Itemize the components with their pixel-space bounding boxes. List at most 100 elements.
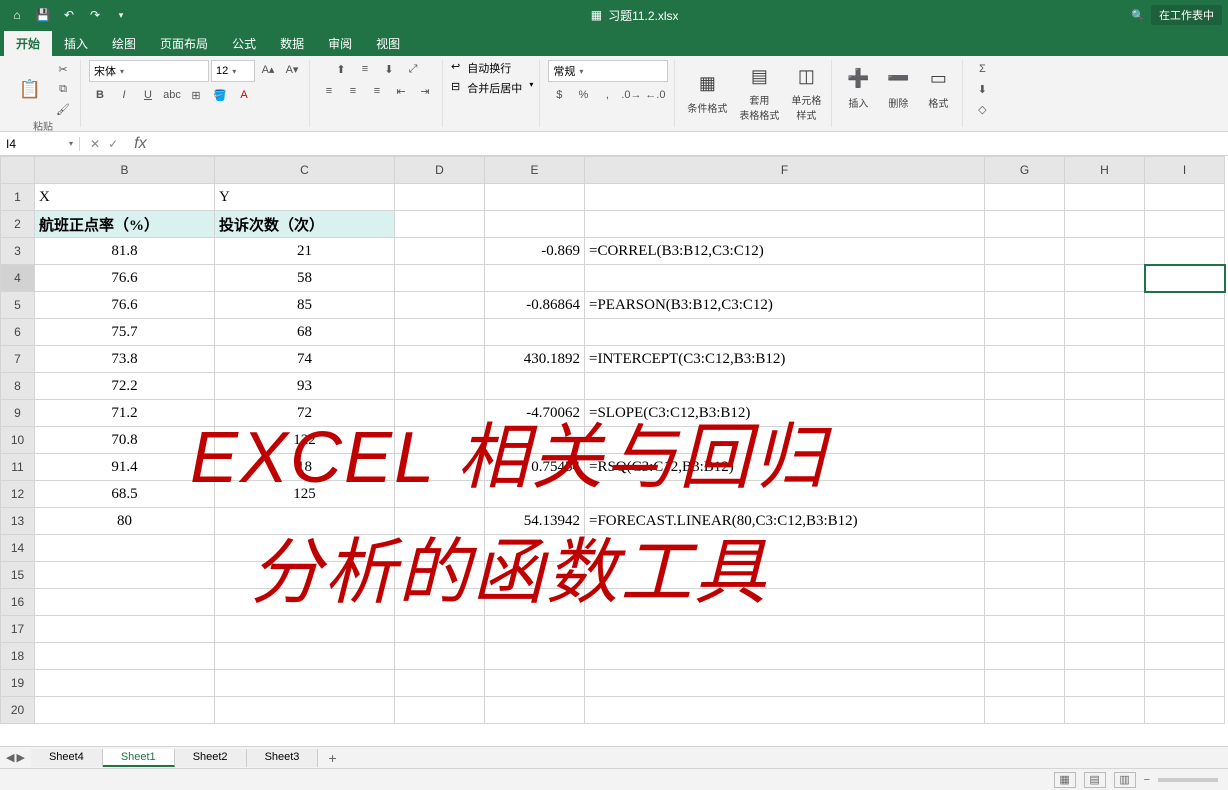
cell-G17[interactable] — [985, 616, 1065, 643]
cell-G7[interactable] — [985, 346, 1065, 373]
cell-F1[interactable] — [585, 184, 985, 211]
row-header-17[interactable]: 17 — [1, 616, 35, 643]
col-header-C[interactable]: C — [215, 157, 395, 184]
row-header-11[interactable]: 11 — [1, 454, 35, 481]
cell-I1[interactable] — [1145, 184, 1225, 211]
cell-D17[interactable] — [395, 616, 485, 643]
cell-I6[interactable] — [1145, 319, 1225, 346]
cell-F16[interactable] — [585, 589, 985, 616]
cell-D5[interactable] — [395, 292, 485, 319]
currency-icon[interactable]: $ — [548, 86, 570, 104]
cell-G14[interactable] — [985, 535, 1065, 562]
cell-F2[interactable] — [585, 211, 985, 238]
cell-I18[interactable] — [1145, 643, 1225, 670]
cell-D2[interactable] — [395, 211, 485, 238]
align-top-icon[interactable]: ⬆ — [330, 60, 352, 78]
cell-F6[interactable] — [585, 319, 985, 346]
cell-C6[interactable]: 68 — [215, 319, 395, 346]
cell-I8[interactable] — [1145, 373, 1225, 400]
cell-I12[interactable] — [1145, 481, 1225, 508]
cell-C12[interactable]: 125 — [215, 481, 395, 508]
col-header-H[interactable]: H — [1065, 157, 1145, 184]
select-all-corner[interactable] — [1, 157, 35, 184]
cell-I4[interactable] — [1145, 265, 1225, 292]
cell-H1[interactable] — [1065, 184, 1145, 211]
sheet-tab-Sheet2[interactable]: Sheet2 — [175, 749, 247, 767]
ribbon-tab-7[interactable]: 视图 — [364, 31, 412, 56]
row-header-18[interactable]: 18 — [1, 643, 35, 670]
align-center-icon[interactable]: ≡ — [342, 82, 364, 100]
autosum-icon[interactable]: Σ — [971, 60, 993, 78]
cell-C13[interactable] — [215, 508, 395, 535]
orientation-icon[interactable]: ⤢ — [402, 60, 424, 78]
italic-button[interactable]: I — [113, 86, 135, 104]
col-header-D[interactable]: D — [395, 157, 485, 184]
cell-G20[interactable] — [985, 697, 1065, 724]
cell-C15[interactable] — [215, 562, 395, 589]
cell-E14[interactable] — [485, 535, 585, 562]
sheet-nav-last-icon[interactable]: ▶ — [16, 751, 24, 764]
align-right-icon[interactable]: ≡ — [366, 82, 388, 100]
sheet-tab-Sheet1[interactable]: Sheet1 — [103, 749, 175, 767]
number-format-combo[interactable]: 常规▾ — [548, 60, 668, 82]
cell-E15[interactable] — [485, 562, 585, 589]
col-header-G[interactable]: G — [985, 157, 1065, 184]
cell-G19[interactable] — [985, 670, 1065, 697]
home-icon[interactable]: ⌂ — [6, 4, 28, 26]
cell-G5[interactable] — [985, 292, 1065, 319]
cell-G4[interactable] — [985, 265, 1065, 292]
ribbon-tab-3[interactable]: 页面布局 — [148, 31, 220, 56]
cell-I11[interactable] — [1145, 454, 1225, 481]
cell-B13[interactable]: 80 — [35, 508, 215, 535]
cell-B10[interactable]: 70.8 — [35, 427, 215, 454]
cell-C4[interactable]: 58 — [215, 265, 395, 292]
cell-F20[interactable] — [585, 697, 985, 724]
cell-G15[interactable] — [985, 562, 1065, 589]
cell-I14[interactable] — [1145, 535, 1225, 562]
cell-B16[interactable] — [35, 589, 215, 616]
cell-E17[interactable] — [485, 616, 585, 643]
row-header-13[interactable]: 13 — [1, 508, 35, 535]
cell-E7[interactable]: 430.1892 — [485, 346, 585, 373]
cell-G8[interactable] — [985, 373, 1065, 400]
cell-F13[interactable]: =FORECAST.LINEAR(80,C3:C12,B3:B12) — [585, 508, 985, 535]
cell-C7[interactable]: 74 — [215, 346, 395, 373]
save-icon[interactable]: 💾 — [32, 4, 54, 26]
align-left-icon[interactable]: ≡ — [318, 82, 340, 100]
row-header-15[interactable]: 15 — [1, 562, 35, 589]
cell-D11[interactable] — [395, 454, 485, 481]
cell-F15[interactable] — [585, 562, 985, 589]
merge-center-button[interactable]: ⊟ 合并后居中 ▾ — [451, 80, 533, 96]
cell-G13[interactable] — [985, 508, 1065, 535]
conditional-format-button[interactable]: ▦条件格式 — [683, 68, 731, 117]
paste-button[interactable]: 📋 — [12, 73, 48, 105]
cell-E4[interactable] — [485, 265, 585, 292]
cell-I16[interactable] — [1145, 589, 1225, 616]
indent-left-icon[interactable]: ⇤ — [390, 82, 412, 100]
cell-D1[interactable] — [395, 184, 485, 211]
cell-C9[interactable]: 72 — [215, 400, 395, 427]
cell-B19[interactable] — [35, 670, 215, 697]
sheet-nav-first-icon[interactable]: ◀ — [6, 751, 14, 764]
cut-icon[interactable]: ✂ — [52, 60, 74, 78]
cell-E11[interactable]: 0.75454 — [485, 454, 585, 481]
cell-C8[interactable]: 93 — [215, 373, 395, 400]
cell-D8[interactable] — [395, 373, 485, 400]
cell-H5[interactable] — [1065, 292, 1145, 319]
cell-F19[interactable] — [585, 670, 985, 697]
row-header-10[interactable]: 10 — [1, 427, 35, 454]
strike-button[interactable]: abc — [161, 86, 183, 104]
cell-H13[interactable] — [1065, 508, 1145, 535]
cell-C20[interactable] — [215, 697, 395, 724]
row-header-20[interactable]: 20 — [1, 697, 35, 724]
cell-E12[interactable] — [485, 481, 585, 508]
cell-H8[interactable] — [1065, 373, 1145, 400]
cell-H4[interactable] — [1065, 265, 1145, 292]
cell-B11[interactable]: 91.4 — [35, 454, 215, 481]
cell-E9[interactable]: -4.70062 — [485, 400, 585, 427]
col-header-I[interactable]: I — [1145, 157, 1225, 184]
row-header-5[interactable]: 5 — [1, 292, 35, 319]
cell-D14[interactable] — [395, 535, 485, 562]
row-header-14[interactable]: 14 — [1, 535, 35, 562]
cell-F10[interactable] — [585, 427, 985, 454]
